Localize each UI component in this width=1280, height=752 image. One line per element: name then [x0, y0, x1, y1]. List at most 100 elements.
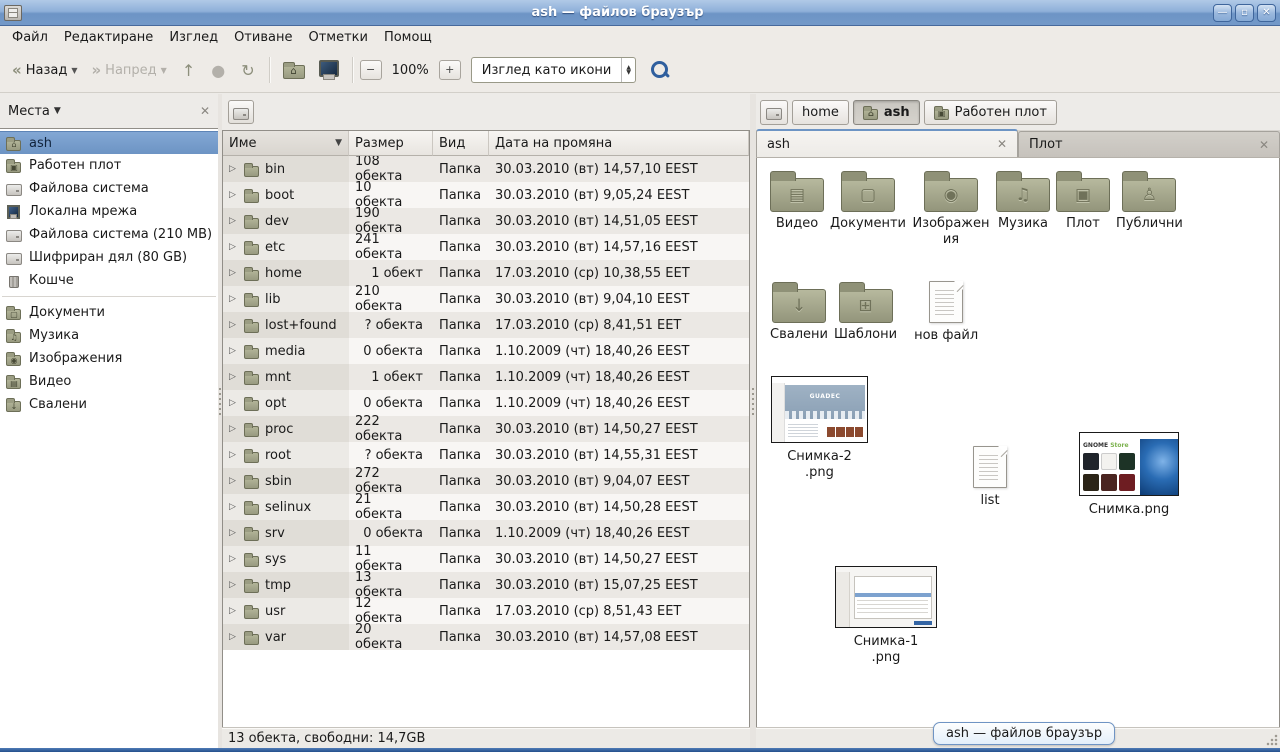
column-header-size[interactable]: Размер [349, 131, 433, 156]
expander-icon[interactable]: ▷ [229, 606, 239, 616]
expander-icon[interactable]: ▷ [229, 190, 239, 200]
zoom-out-button[interactable]: − [360, 60, 382, 80]
folder-item[interactable]: ◉ Изображения [912, 170, 990, 249]
forward-button[interactable]: » Напред ▼ [85, 57, 172, 83]
image-item-snimka[interactable]: GNOME Store Снимка.png [1079, 432, 1179, 518]
sidebar-place-item[interactable]: ♫ Музика [0, 324, 218, 347]
search-button[interactable] [650, 60, 670, 80]
table-row[interactable]: ▷ var 20 обекта Папка 30.03.2010 (вт) 14… [223, 624, 749, 650]
up-button[interactable]: ↑ [175, 57, 202, 84]
folder-item[interactable]: ⊞ Шаблони [834, 281, 897, 343]
menu-item[interactable]: Отметки [300, 28, 375, 47]
sidebar-place-item[interactable]: ◉ Изображения [0, 347, 218, 370]
menu-item[interactable]: Помощ [376, 28, 440, 47]
maximize-button[interactable]: ▫ [1235, 4, 1254, 22]
breadcrumb-root-button[interactable] [760, 100, 788, 125]
expander-icon[interactable]: ▷ [229, 346, 239, 356]
sidebar-place-item[interactable]: Файлова система (210 MB) [0, 223, 218, 246]
menu-item[interactable]: Файл [4, 28, 56, 47]
table-row[interactable]: ▷ dev 190 обекта Папка 30.03.2010 (вт) 1… [223, 208, 749, 234]
resize-grip[interactable] [1266, 734, 1278, 746]
folder-item[interactable]: ▤ Видео [770, 170, 824, 232]
zoom-in-button[interactable]: + [439, 60, 461, 80]
table-row[interactable]: ▷ media 0 обекта Папка 1.10.2009 (чт) 18… [223, 338, 749, 364]
sidebar-place-item[interactable]: ↓ Свалени [0, 393, 218, 416]
tab-close-icon[interactable]: ✕ [997, 137, 1007, 151]
file-item-list[interactable]: list [973, 446, 1007, 509]
titlebar[interactable]: ash — файлов браузър — ▫ ✕ [0, 0, 1280, 26]
sidebar-place-item[interactable]: Файлова система [0, 177, 218, 200]
menu-item[interactable]: Изглед [161, 28, 226, 47]
table-row[interactable]: ▷ proc 222 обекта Папка 30.03.2010 (вт) … [223, 416, 749, 442]
expander-icon[interactable]: ▷ [229, 424, 239, 434]
expander-icon[interactable]: ▷ [229, 216, 239, 226]
root-location-button[interactable] [228, 100, 254, 124]
sidebar-place-item[interactable]: Локална мрежа [0, 200, 218, 223]
tab-close-icon[interactable]: ✕ [1259, 138, 1269, 152]
expander-icon[interactable]: ▷ [229, 450, 239, 460]
view-mode-spinner-icon[interactable]: ▲▼ [621, 58, 635, 82]
expander-icon[interactable]: ▷ [229, 242, 239, 252]
reload-button[interactable]: ↻ [234, 57, 261, 84]
table-row[interactable]: ▷ tmp 13 обекта Папка 30.03.2010 (вт) 15… [223, 572, 749, 598]
folder-item[interactable]: ▢ Документи [830, 170, 906, 232]
sidebar-place-item[interactable]: ▢ Документи [0, 301, 218, 324]
expander-icon[interactable]: ▷ [229, 320, 239, 330]
table-row[interactable]: ▷ opt 0 обекта Папка 1.10.2009 (чт) 18,4… [223, 390, 749, 416]
table-row[interactable]: ▷ root ? обекта Папка 30.03.2010 (вт) 14… [223, 442, 749, 468]
breadcrumb-desktop-button[interactable]: ▣ Работен плот [924, 100, 1057, 125]
table-row[interactable]: ▷ selinux 21 обекта Папка 30.03.2010 (вт… [223, 494, 749, 520]
view-mode-select[interactable]: Изглед като икони ▲▼ [471, 57, 636, 83]
table-row[interactable]: ▷ home 1 обект Папка 17.03.2010 (ср) 10,… [223, 260, 749, 286]
sidebar-place-item[interactable]: Шифриран дял (80 GB) [0, 246, 218, 269]
column-header-type[interactable]: Вид [433, 131, 489, 156]
expander-icon[interactable]: ▷ [229, 528, 239, 538]
back-button[interactable]: « Назад ▼ [6, 57, 83, 83]
folder-item[interactable]: ♙ Публични [1116, 170, 1183, 232]
expander-icon[interactable]: ▷ [229, 372, 239, 382]
image-item-snimka1[interactable]: Снимка-1.png [835, 566, 937, 667]
table-row[interactable]: ▷ usr 12 обекта Папка 17.03.2010 (ср) 8,… [223, 598, 749, 624]
sidebar-title-select[interactable]: Места [8, 104, 50, 119]
expander-icon[interactable]: ▷ [229, 554, 239, 564]
expander-icon[interactable]: ▷ [229, 294, 239, 304]
sidebar-splitter[interactable] [218, 94, 222, 748]
table-row[interactable]: ▷ sbin 272 обекта Папка 30.03.2010 (вт) … [223, 468, 749, 494]
table-row[interactable]: ▷ mnt 1 обект Папка 1.10.2009 (чт) 18,40… [223, 364, 749, 390]
file-item-new-file[interactable]: нов файл [914, 281, 978, 344]
table-row[interactable]: ▷ lost+found ? обекта Папка 17.03.2010 (… [223, 312, 749, 338]
computer-button[interactable] [317, 59, 341, 81]
sidebar-place-item[interactable]: Кошче [0, 269, 218, 292]
sidebar-place-item[interactable]: ▤ Видео [0, 370, 218, 393]
breadcrumb-ash-button[interactable]: ⌂ ash [853, 100, 920, 125]
stop-button[interactable]: ● [204, 57, 232, 84]
expander-icon[interactable]: ▷ [229, 476, 239, 486]
breadcrumb-home-button[interactable]: home [792, 100, 849, 125]
home-button[interactable]: ⌂ [281, 59, 307, 81]
expander-icon[interactable]: ▷ [229, 632, 239, 642]
minimize-button[interactable]: — [1213, 4, 1232, 22]
menu-item[interactable]: Отиване [226, 28, 300, 47]
table-row[interactable]: ▷ srv 0 обекта Папка 1.10.2009 (чт) 18,4… [223, 520, 749, 546]
sidebar-place-item[interactable]: ⌂ ash [0, 131, 218, 154]
table-row[interactable]: ▷ sys 11 обекта Папка 30.03.2010 (вт) 14… [223, 546, 749, 572]
table-row[interactable]: ▷ lib 210 обекта Папка 30.03.2010 (вт) 9… [223, 286, 749, 312]
column-header-date[interactable]: Дата на промяна [489, 131, 749, 156]
expander-icon[interactable]: ▷ [229, 502, 239, 512]
expander-icon[interactable]: ▷ [229, 268, 239, 278]
sidebar-close-button[interactable]: ✕ [200, 104, 210, 118]
folder-item[interactable]: ♫ Музика [996, 170, 1050, 232]
sidebar-place-item[interactable]: ▣ Работен плот [0, 154, 218, 177]
table-row[interactable]: ▷ bin 108 обекта Папка 30.03.2010 (вт) 1… [223, 156, 749, 182]
close-button[interactable]: ✕ [1257, 4, 1276, 22]
expander-icon[interactable]: ▷ [229, 398, 239, 408]
table-row[interactable]: ▷ etc 241 обекта Папка 30.03.2010 (вт) 1… [223, 234, 749, 260]
image-item-snimka2[interactable]: GUADEC Снимка-2.png [771, 376, 868, 482]
back-history-caret-icon[interactable]: ▼ [71, 66, 77, 75]
icon-view[interactable]: ▤ Видео ▢ Документи ◉ Изображения ♫ Музи… [756, 158, 1280, 727]
tab[interactable]: ash ✕ [756, 129, 1018, 157]
folder-item[interactable]: ↓ Свалени [770, 281, 828, 343]
folder-item[interactable]: ▣ Плот [1056, 170, 1110, 232]
menu-item[interactable]: Редактиране [56, 28, 161, 47]
tab[interactable]: Плот ✕ [1018, 131, 1280, 157]
